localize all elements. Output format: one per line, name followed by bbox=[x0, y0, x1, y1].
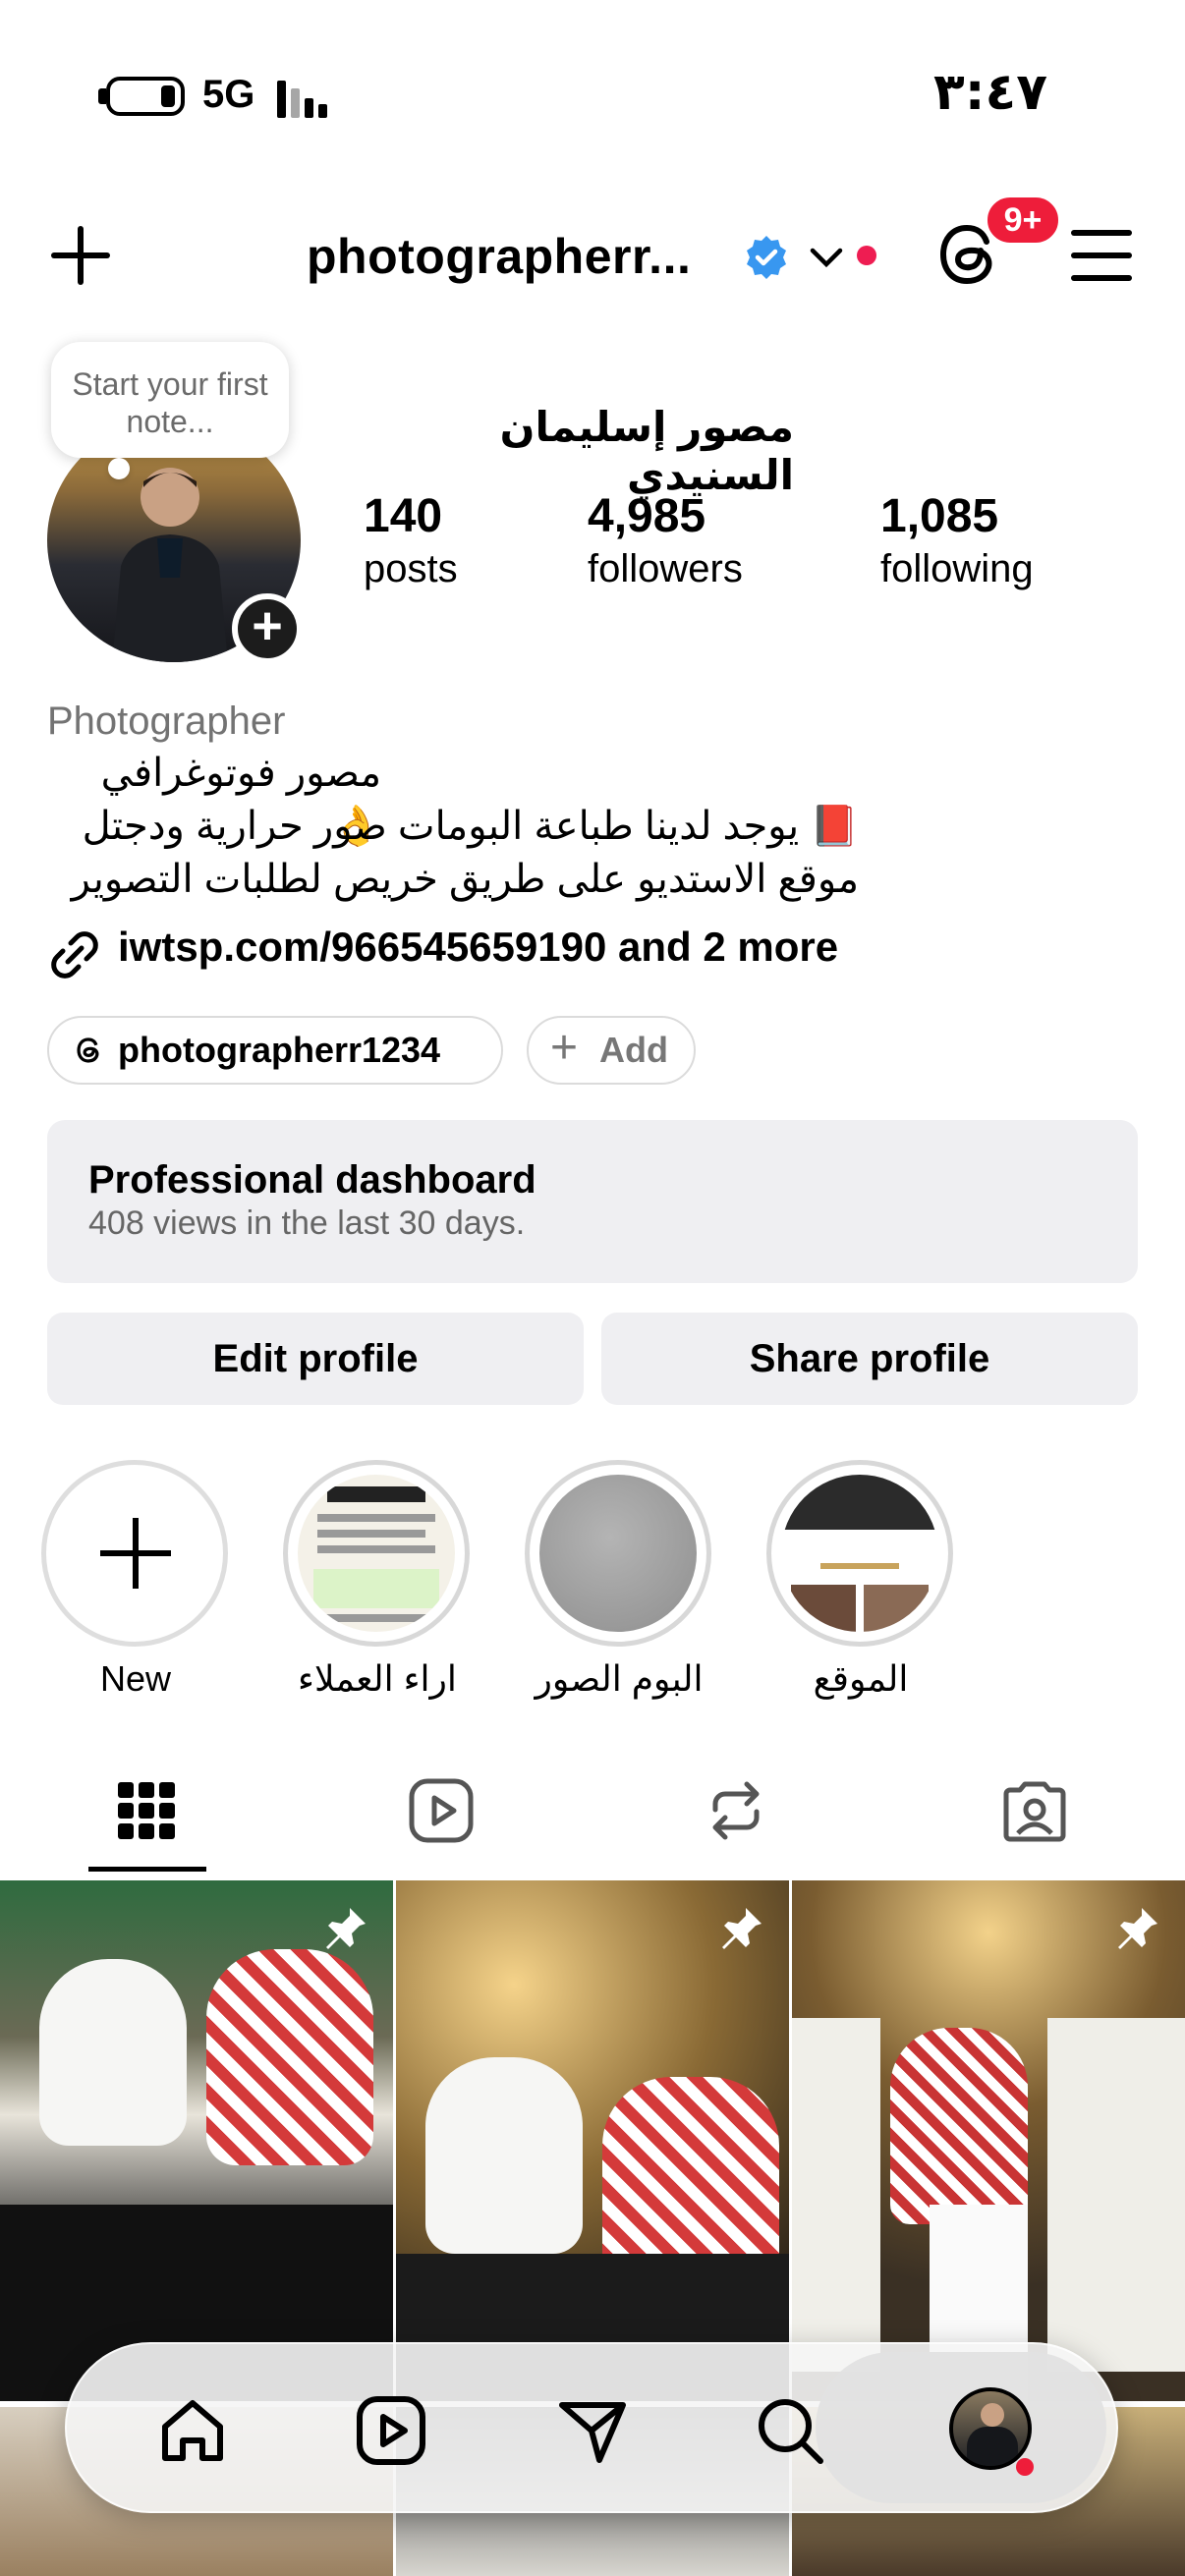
battery-icon bbox=[106, 77, 185, 116]
highlight-reviews-cover bbox=[298, 1475, 455, 1632]
reposts-icon[interactable] bbox=[702, 1776, 770, 1845]
active-tab-indicator bbox=[88, 1867, 206, 1872]
highlight-album[interactable] bbox=[525, 1460, 711, 1647]
stat-followers[interactable]: 4,985 followers bbox=[588, 489, 743, 593]
grid-icon[interactable] bbox=[112, 1776, 181, 1845]
highlight-new[interactable] bbox=[41, 1460, 228, 1647]
person-silhouette bbox=[112, 468, 228, 662]
home-icon[interactable] bbox=[155, 2393, 230, 2468]
stat-following[interactable]: 1,085 following bbox=[880, 489, 1034, 593]
dashboard-title: Professional dashboard bbox=[88, 1158, 536, 1202]
professional-dashboard[interactable]: Professional dashboard 408 views in the … bbox=[47, 1120, 1138, 1283]
status-bar: 5G ٣:٤٧ bbox=[0, 59, 1185, 138]
network-type: 5G bbox=[202, 73, 255, 116]
threads-handle: photographerr1234 bbox=[118, 1030, 441, 1070]
add-label: Add bbox=[599, 1030, 668, 1070]
highlight-location[interactable] bbox=[766, 1460, 953, 1647]
note-bubble[interactable]: Start your first note... bbox=[51, 342, 289, 479]
add-link-pill[interactable]: + Add bbox=[527, 1016, 696, 1085]
stat-followers-label: followers bbox=[588, 547, 743, 590]
profile-category: Photographer bbox=[47, 700, 286, 743]
bio-line-2: 📕 يوجد لدينا طباعة البومات صور حرارية ود… bbox=[82, 805, 859, 848]
chevron-down-icon[interactable] bbox=[810, 246, 843, 269]
highlight-location-cover bbox=[781, 1475, 938, 1632]
highlight-label-album: البوم الصور bbox=[535, 1658, 704, 1699]
account-switcher-username[interactable]: photographerr... bbox=[307, 228, 691, 285]
profile-nav-avatar[interactable] bbox=[949, 2387, 1032, 2470]
stat-posts-value: 140 bbox=[364, 490, 443, 542]
pin-icon bbox=[326, 1908, 366, 1949]
account-activity-dot bbox=[857, 246, 876, 265]
create-post-icon[interactable] bbox=[49, 224, 112, 287]
profile-nav-dot bbox=[1016, 2458, 1034, 2476]
pin-icon bbox=[1118, 1908, 1157, 1949]
notification-badge: 9+ bbox=[983, 193, 1063, 248]
post-thumbnail[interactable] bbox=[0, 1880, 393, 2401]
plus-icon: + bbox=[550, 1022, 579, 1074]
reels-icon[interactable] bbox=[407, 1776, 476, 1845]
highlight-album-cover bbox=[539, 1475, 697, 1632]
stat-following-value: 1,085 bbox=[880, 490, 999, 542]
share-profile-button[interactable]: Share profile bbox=[601, 1313, 1138, 1405]
threads-small-icon bbox=[77, 1037, 99, 1063]
threads-handle-pill[interactable]: photographerr1234 bbox=[47, 1016, 503, 1085]
signal-icon bbox=[277, 79, 336, 118]
stat-posts[interactable]: 140 posts bbox=[364, 489, 458, 593]
stat-followers-value: 4,985 bbox=[588, 490, 706, 542]
stat-following-label: following bbox=[880, 547, 1034, 590]
edit-profile-button[interactable]: Edit profile bbox=[47, 1313, 584, 1405]
tagged-icon[interactable] bbox=[1000, 1776, 1069, 1845]
highlight-label-new: New bbox=[99, 1658, 172, 1699]
verified-badge-icon bbox=[747, 236, 786, 279]
highlight-label-reviews: اراء العملاء bbox=[298, 1658, 457, 1699]
dashboard-subtitle: 408 views in the last 30 days. bbox=[88, 1204, 526, 1242]
highlight-label-location: الموقع bbox=[813, 1658, 909, 1699]
profile-full-name: مصور إسليمان السنيدي bbox=[499, 404, 794, 498]
clock: ٣:٤٧ bbox=[932, 63, 1047, 122]
bio-link[interactable]: iwtsp.com/966545659190 and 2 more bbox=[118, 924, 838, 971]
bio-line-3: موقع الاستديو على طريق خريص لطلبات التصو… bbox=[71, 858, 859, 901]
highlight-reviews[interactable] bbox=[283, 1460, 470, 1647]
pin-icon bbox=[722, 1908, 762, 1949]
post-thumbnail[interactable] bbox=[396, 1880, 789, 2401]
add-story-button[interactable]: + bbox=[232, 593, 303, 664]
direct-messages-icon[interactable] bbox=[554, 2393, 629, 2468]
battery-icon-nub bbox=[98, 88, 106, 104]
menu-icon[interactable] bbox=[1071, 230, 1132, 281]
stat-posts-label: posts bbox=[364, 547, 458, 590]
reels-nav-icon[interactable] bbox=[354, 2393, 428, 2468]
link-icon bbox=[51, 931, 98, 979]
search-icon[interactable] bbox=[753, 2393, 827, 2468]
post-thumbnail[interactable] bbox=[792, 1880, 1185, 2401]
plus-icon-h bbox=[100, 1550, 171, 1556]
